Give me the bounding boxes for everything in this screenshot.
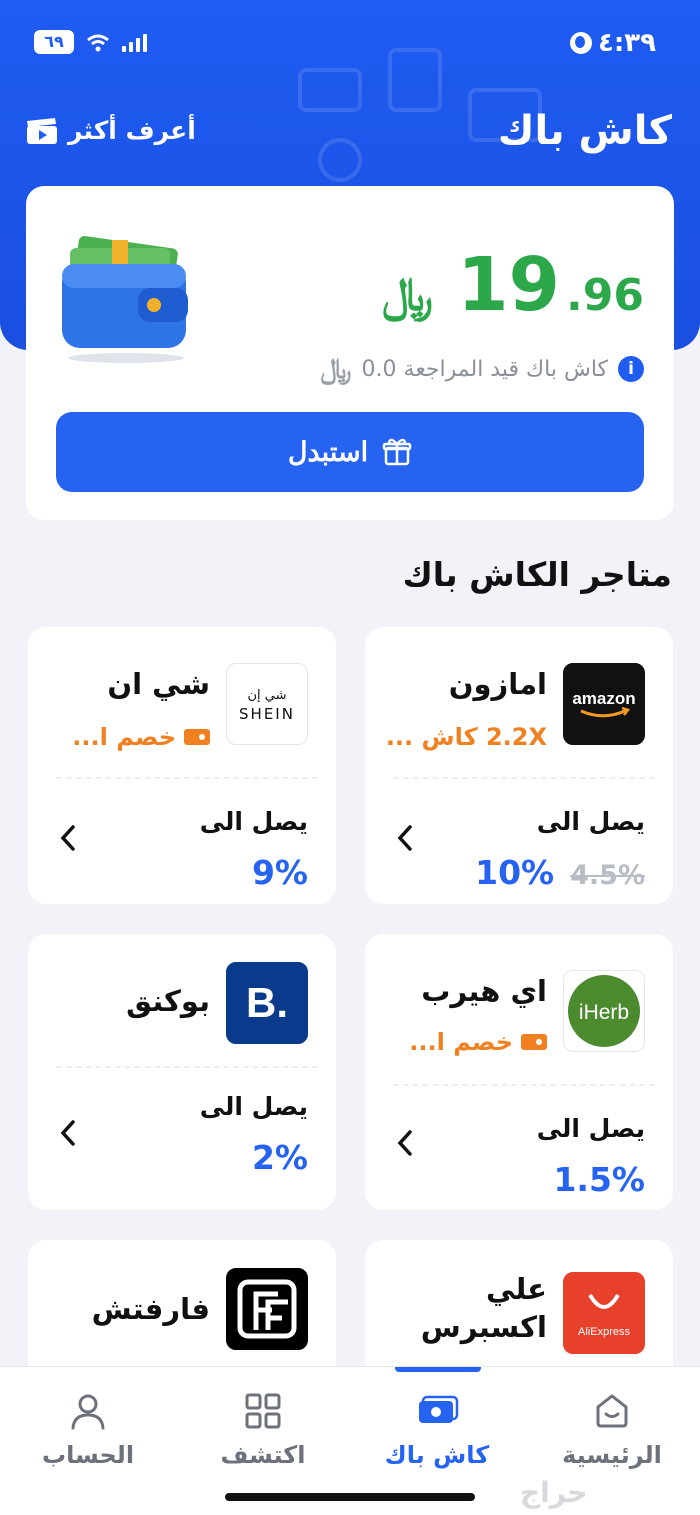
upto-label: يصل الى	[536, 1114, 645, 1143]
svg-text:SHEIN: SHEIN	[239, 705, 295, 723]
chevron-left-icon	[60, 825, 75, 851]
tab-home[interactable]: الرئيسية	[537, 1389, 687, 1469]
upto-label: يصل الى	[199, 807, 308, 836]
wallet-icon	[62, 236, 188, 363]
section-title: متاجر الكاش باك	[402, 555, 672, 594]
cashback-rate: 2%	[251, 1138, 308, 1177]
store-offer: خصم ا...	[409, 1028, 547, 1056]
status-time: ٤:٣٩	[597, 28, 656, 58]
store-offer: 2.2X كاش ...	[385, 723, 547, 751]
farfetch-logo-icon	[237, 1279, 297, 1339]
shein-logo: شي إن SHEIN	[226, 663, 308, 745]
cashback-balance: ﷼ 19.96	[382, 242, 644, 328]
tab-label: الحساب	[41, 1441, 135, 1469]
grid-icon	[245, 1393, 281, 1429]
pending-cashback: i كاش باك قيد المراجعة 0.0 ﷼	[321, 352, 644, 386]
tab-cashback[interactable]: كاش باك	[362, 1389, 512, 1469]
home-icon	[596, 1394, 628, 1428]
booking-logo-text: B.	[246, 979, 288, 1026]
balance-card: ﷼ 19.96 i كاش باك قيد المراجعة 0.0 ﷼ است…	[26, 186, 674, 520]
rate-row: 4.5% 10%	[475, 853, 645, 892]
gift-icon	[382, 438, 412, 466]
svg-text:AliExpress: AliExpress	[578, 1326, 630, 1338]
farfetch-logo	[226, 1268, 308, 1350]
divider	[393, 777, 655, 779]
upto-label: يصل الى	[536, 807, 645, 836]
watermark: حراج	[520, 1476, 588, 1509]
cashback-rate: 10%	[475, 853, 555, 892]
tag-icon	[521, 1034, 547, 1050]
store-name: امازون	[448, 667, 547, 701]
store-card-amazon[interactable]: amazon امازون 2.2X كاش ... يصل الى 4.5% …	[365, 627, 673, 904]
amount-whole: 19	[457, 242, 561, 328]
iherb-logo-icon: iHerb	[568, 975, 640, 1047]
info-icon[interactable]: i	[618, 356, 644, 382]
store-card-iherb[interactable]: iHerb اي هيرب خصم ا... يصل الى 1.5%	[365, 934, 673, 1210]
divider	[393, 1084, 655, 1086]
store-name: بوكنق	[126, 984, 210, 1018]
pending-text: كاش باك قيد المراجعة 0.0	[361, 356, 608, 382]
tab-explore[interactable]: اكتشف	[188, 1389, 338, 1469]
battery-indicator: ٦٩	[34, 30, 74, 54]
aliexpress-logo-icon: AliExpress	[578, 1293, 630, 1338]
tab-label: اكتشف	[220, 1441, 306, 1469]
svg-text:iHerb: iHerb	[579, 1001, 629, 1024]
status-bar: ٦٩ ٤:٣٩	[0, 0, 700, 88]
cashback-rate: 1.5%	[553, 1160, 645, 1199]
user-icon	[71, 1394, 105, 1430]
rate-row: 1.5%	[553, 1160, 645, 1199]
store-card-booking[interactable]: B. بوكنق يصل الى 2%	[28, 934, 336, 1210]
tag-icon	[184, 729, 210, 745]
aliexpress-logo: AliExpress	[563, 1272, 645, 1354]
old-rate: 4.5%	[570, 860, 645, 891]
amazon-logo-icon: amazon	[572, 689, 636, 718]
shein-logo-icon: شي إن SHEIN	[239, 688, 295, 723]
riyal-currency-icon: ﷼	[320, 352, 352, 385]
svg-text:شي إن: شي إن	[247, 688, 286, 703]
store-card-shein[interactable]: شي إن SHEIN شي ان خصم ا... يصل الى 9%	[28, 627, 336, 904]
divider	[56, 1066, 318, 1068]
page-title: كاش باك	[497, 108, 672, 154]
cashback-rate: 9%	[251, 853, 308, 892]
chevron-left-icon	[397, 1130, 412, 1156]
globe-icon	[570, 32, 592, 54]
store-name: علي اكسبرس	[420, 1272, 547, 1344]
tab-account[interactable]: الحساب	[13, 1389, 163, 1469]
cashback-icon	[419, 1395, 459, 1423]
divider	[56, 777, 318, 779]
store-name: شي ان	[107, 667, 210, 701]
tab-label: الرئيسية	[562, 1441, 662, 1469]
chevron-left-icon	[60, 1120, 75, 1146]
active-tab-indicator	[395, 1367, 481, 1372]
amount-decimal: .96	[566, 270, 644, 321]
learn-more-link[interactable]: أعرف أكثر	[26, 116, 196, 145]
store-offer: خصم ا...	[72, 723, 210, 751]
redeem-button[interactable]: استبدل	[56, 412, 644, 492]
iherb-logo: iHerb	[563, 970, 645, 1052]
svg-text:amazon: amazon	[572, 689, 635, 708]
rate-row: 2%	[252, 1138, 308, 1177]
learn-more-label: أعرف أكثر	[68, 116, 196, 145]
riyal-currency-icon: ﷼	[382, 267, 434, 321]
store-name: فارفتش	[91, 1292, 210, 1326]
redeem-label: استبدل	[287, 436, 369, 467]
booking-logo: B.	[226, 962, 308, 1044]
tab-label: كاش باك	[384, 1441, 490, 1469]
video-icon	[27, 117, 57, 144]
chevron-left-icon	[397, 825, 412, 851]
upto-label: يصل الى	[199, 1092, 308, 1121]
store-name: اي هيرب	[421, 974, 547, 1008]
amazon-logo: amazon	[563, 663, 645, 745]
rate-row: 9%	[252, 853, 308, 892]
wifi-icon	[87, 34, 109, 52]
signal-icon	[122, 34, 147, 52]
home-indicator[interactable]	[225, 1493, 475, 1501]
